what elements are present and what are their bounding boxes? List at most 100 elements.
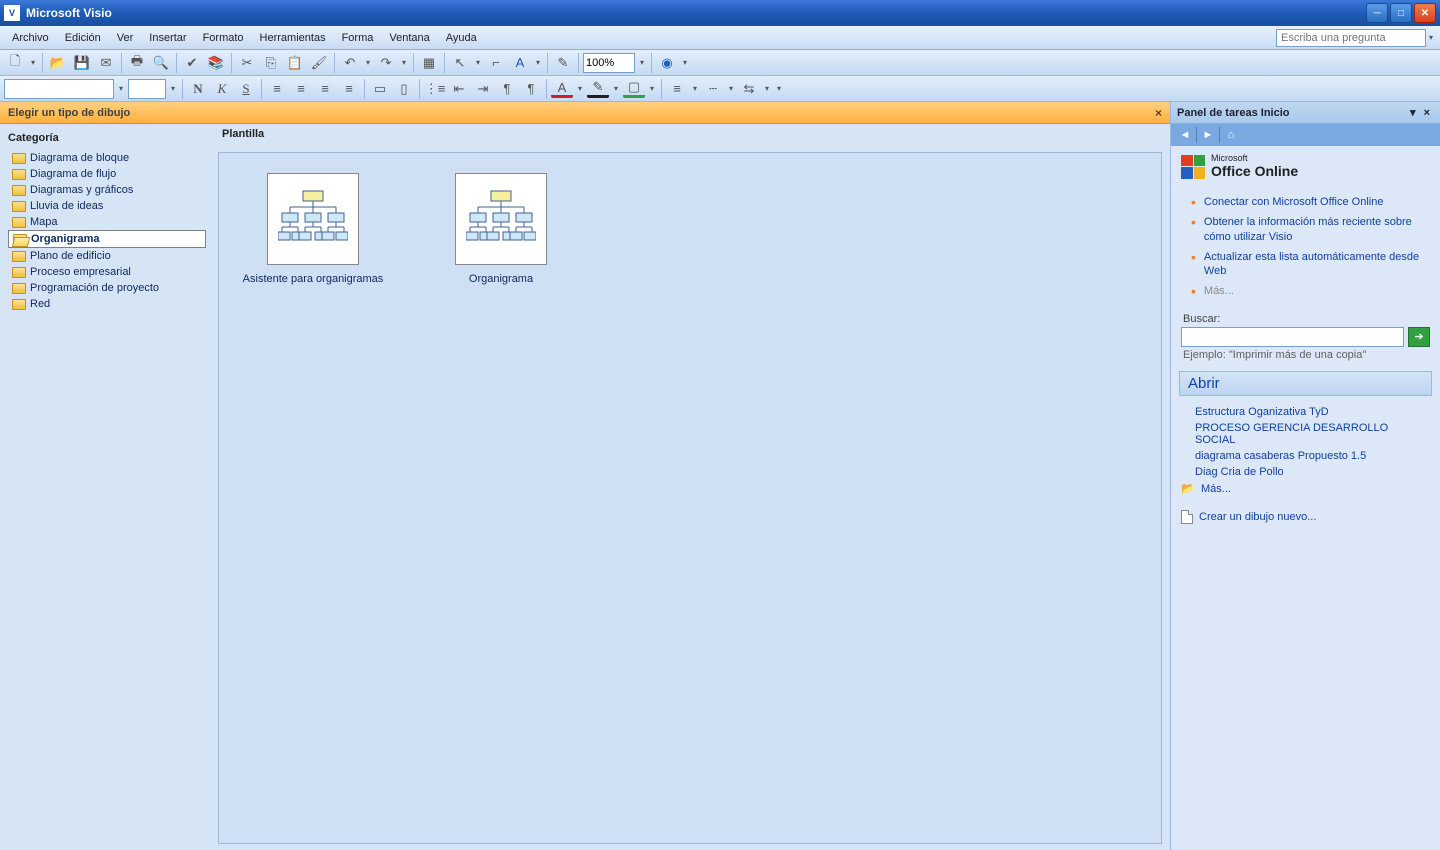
menu-archivo[interactable]: Archivo [4,29,57,47]
research-icon[interactable]: 📚 [205,52,227,74]
decrease-para-icon[interactable]: ¶ [496,78,518,100]
office-link[interactable]: Actualizar esta lista automáticamente de… [1181,248,1430,283]
cut-icon[interactable]: ✂ [236,52,258,74]
pointer-dropdown[interactable]: ▾ [473,58,483,67]
spelling-icon[interactable]: ✔ [181,52,203,74]
font-color-dropdown[interactable]: ▾ [575,84,585,93]
menu-ayuda[interactable]: Ayuda [438,29,485,47]
category-item[interactable]: Diagrama de bloque [8,150,206,166]
menu-formato[interactable]: Formato [195,29,252,47]
line-weight-icon[interactable]: ≡ [666,78,688,100]
print-icon[interactable]: 🖶 [126,52,148,74]
text-tool-dropdown[interactable]: ▾ [533,58,543,67]
format-painter-icon[interactable]: 🖌 [308,52,330,74]
recent-file[interactable]: Diag Cria de Pollo [1195,464,1430,480]
recent-file[interactable]: Estructura Oganizativa TyD [1195,404,1430,420]
help-search-dropdown[interactable]: ▾ [1426,33,1436,42]
office-link[interactable]: Obtener la información más reciente sobr… [1181,213,1430,248]
menu-ver[interactable]: Ver [109,29,142,47]
menu-herramientas[interactable]: Herramientas [252,29,334,47]
menu-insertar[interactable]: Insertar [141,29,194,47]
minimize-button[interactable]: ─ [1366,3,1388,23]
recent-more-row[interactable]: 📂 Más... [1181,480,1430,498]
category-item[interactable]: Plano de edificio [8,248,206,264]
format-toolbar-options-icon[interactable]: ▾ [774,84,784,93]
category-item[interactable]: Mapa [8,214,206,230]
increase-para-icon[interactable]: ¶ [520,78,542,100]
new-icon[interactable]: 🗋 [4,52,26,74]
undo-icon[interactable]: ↶ [339,52,361,74]
font-size-combo[interactable] [128,79,166,99]
help-search-input[interactable] [1276,29,1426,47]
bold-button[interactable]: N [187,78,209,100]
connector-tool-icon[interactable]: ⌐ [485,52,507,74]
toolbar-options-icon[interactable]: ▾ [680,58,690,67]
task-pane-close-icon[interactable]: × [1420,107,1434,119]
text-tool-icon[interactable]: A [509,52,531,74]
office-link-more[interactable]: Más... [1181,282,1430,302]
redo-dropdown[interactable]: ▾ [399,58,409,67]
font-combo[interactable] [4,79,114,99]
shapes-window-icon[interactable]: ▦ [418,52,440,74]
align-right-icon[interactable]: ≡ [314,78,336,100]
zoom-dropdown[interactable]: ▾ [637,58,647,67]
font-dropdown[interactable]: ▾ [116,84,126,93]
font-size-dropdown[interactable]: ▾ [168,84,178,93]
new-dropdown[interactable]: ▾ [28,58,38,67]
pointer-tool-icon[interactable]: ↖ [449,52,471,74]
nav-forward-icon[interactable]: ► [1198,126,1218,144]
line-ends-icon[interactable]: ⇆ [738,78,760,100]
close-button[interactable]: ✕ [1414,3,1436,23]
search-go-button[interactable]: ➔ [1408,327,1430,347]
copy-icon[interactable]: ⎘ [260,52,282,74]
line-ends-dropdown[interactable]: ▾ [762,84,772,93]
ink-tool-icon[interactable]: ✎ [552,52,574,74]
help-icon[interactable]: ◉ [656,52,678,74]
fill-color-dropdown[interactable]: ▾ [647,84,657,93]
bullets-icon[interactable]: ⋮≡ [424,78,446,100]
nav-back-icon[interactable]: ◄ [1175,126,1195,144]
menu-edicion[interactable]: Edición [57,29,109,47]
italic-button[interactable]: K [211,78,233,100]
line-pattern-dropdown[interactable]: ▾ [726,84,736,93]
category-item[interactable]: Diagramas y gráficos [8,182,206,198]
align-center-icon[interactable]: ≡ [290,78,312,100]
category-item[interactable]: Red [8,296,206,312]
distribute-h-icon[interactable]: ▭ [369,78,391,100]
save-icon[interactable]: 💾 [71,52,93,74]
template-item[interactable]: Organigrama [427,173,575,285]
print-preview-icon[interactable]: 🔍 [150,52,172,74]
template-item[interactable]: Asistente para organigramas [239,173,387,285]
menu-ventana[interactable]: Ventana [381,29,437,47]
undo-dropdown[interactable]: ▾ [363,58,373,67]
line-color-dropdown[interactable]: ▾ [611,84,621,93]
align-left-icon[interactable]: ≡ [266,78,288,100]
search-input[interactable] [1181,327,1404,347]
line-color-icon[interactable]: ✎ [587,79,609,98]
zoom-combo[interactable] [583,53,635,73]
recent-file[interactable]: PROCESO GERENCIA DESARROLLO SOCIAL [1195,420,1430,448]
menu-forma[interactable]: Forma [334,29,382,47]
category-item[interactable]: Lluvia de ideas [8,198,206,214]
decrease-indent-icon[interactable]: ⇤ [448,78,470,100]
category-item[interactable]: Proceso empresarial [8,264,206,280]
category-item[interactable]: Organigrama [8,230,206,248]
increase-indent-icon[interactable]: ⇥ [472,78,494,100]
new-drawing-row[interactable]: Crear un dibujo nuevo... [1181,508,1430,526]
maximize-button[interactable]: □ [1390,3,1412,23]
distribute-v-icon[interactable]: ▯ [393,78,415,100]
category-item[interactable]: Diagrama de flujo [8,166,206,182]
redo-icon[interactable]: ↷ [375,52,397,74]
paste-icon[interactable]: 📋 [284,52,306,74]
task-pane-menu-icon[interactable]: ▾ [1406,106,1420,119]
underline-button[interactable]: S [235,78,257,100]
nav-home-icon[interactable]: ⌂ [1221,126,1241,144]
office-link[interactable]: Conectar con Microsoft Office Online [1181,193,1430,213]
align-justify-icon[interactable]: ≡ [338,78,360,100]
fill-color-icon[interactable]: ▢ [623,79,645,98]
category-item[interactable]: Programación de proyecto [8,280,206,296]
line-weight-dropdown[interactable]: ▾ [690,84,700,93]
chooser-close-icon[interactable]: × [1155,106,1162,120]
line-pattern-icon[interactable]: ┄ [702,78,724,100]
email-icon[interactable]: ✉ [95,52,117,74]
